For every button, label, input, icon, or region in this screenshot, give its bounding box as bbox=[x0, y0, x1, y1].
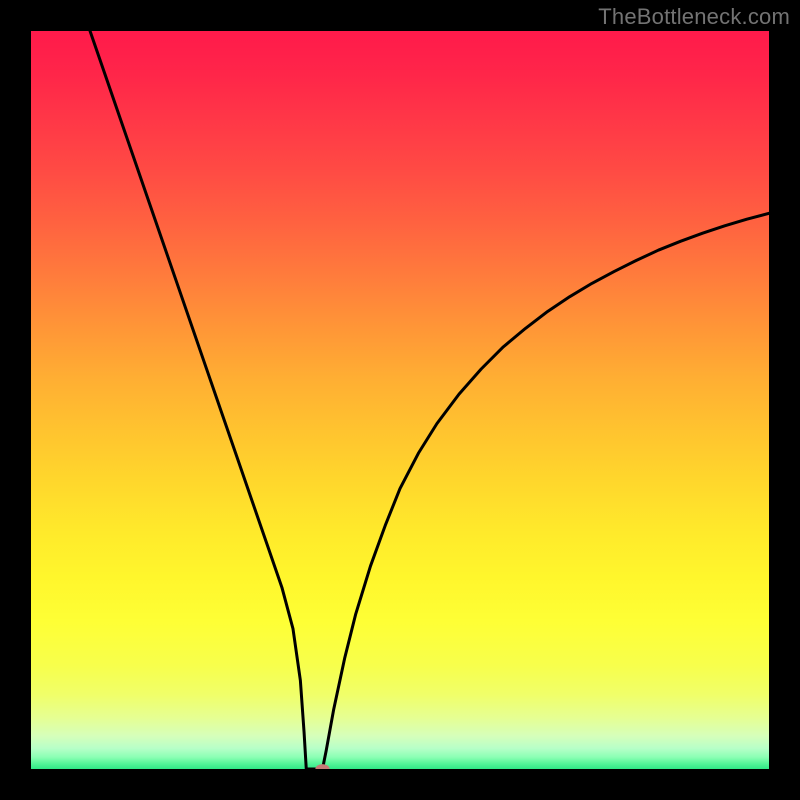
watermark-text: TheBottleneck.com bbox=[598, 4, 790, 30]
chart-svg bbox=[31, 31, 769, 769]
plot-area bbox=[31, 31, 769, 769]
gradient-background bbox=[31, 31, 769, 769]
chart-container: TheBottleneck.com bbox=[0, 0, 800, 800]
